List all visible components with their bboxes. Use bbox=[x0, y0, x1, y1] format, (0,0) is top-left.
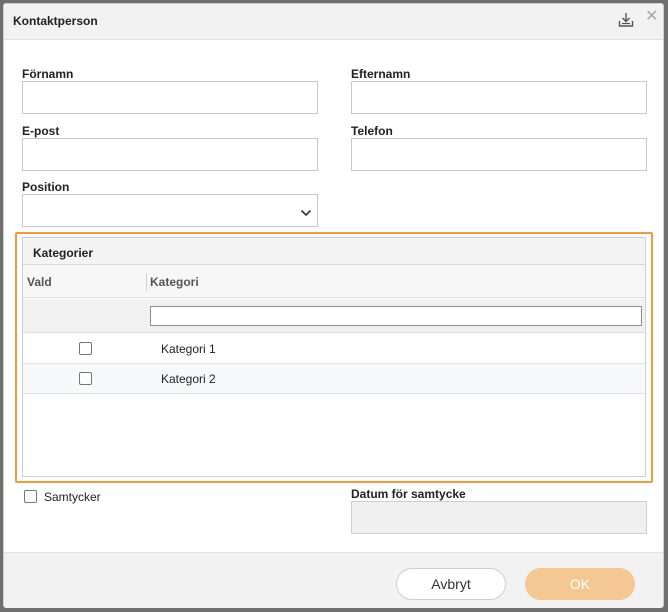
samtycker-checkbox[interactable] bbox=[24, 490, 37, 503]
dialog-title: Kontaktperson bbox=[13, 14, 98, 28]
dialog-footer: Avbryt OK bbox=[4, 552, 663, 608]
dialog-titlebar: Kontaktperson ✕ bbox=[4, 4, 663, 40]
categories-filter-row bbox=[23, 299, 645, 333]
position-label: Position bbox=[22, 180, 70, 194]
datum-samtycke-field bbox=[351, 501, 647, 534]
kategori-filter-input[interactable] bbox=[150, 306, 642, 326]
kategori-name: Kategori 1 bbox=[161, 342, 216, 356]
table-row: Kategori 2 bbox=[23, 364, 645, 394]
fornamn-input[interactable] bbox=[22, 81, 318, 114]
contact-person-dialog: Kontaktperson ✕ Förnamn Efternamn E-post… bbox=[3, 3, 664, 608]
export-icon[interactable] bbox=[617, 11, 635, 29]
column-divider[interactable] bbox=[146, 273, 147, 291]
categories-panel: Kategorier Vald Kategori Kategori 1 Kate… bbox=[22, 237, 646, 477]
categories-header: Kategorier bbox=[23, 238, 645, 265]
close-icon[interactable]: ✕ bbox=[645, 8, 658, 26]
kategori-name: Kategori 2 bbox=[161, 372, 216, 386]
categories-column-header: Vald Kategori bbox=[23, 265, 645, 298]
categories-title: Kategorier bbox=[33, 246, 94, 260]
chevron-down-icon bbox=[300, 206, 312, 217]
kategori-1-checkbox[interactable] bbox=[79, 342, 92, 355]
kategori-2-checkbox[interactable] bbox=[79, 372, 92, 385]
cancel-button[interactable]: Avbryt bbox=[396, 568, 506, 600]
position-select[interactable] bbox=[22, 194, 318, 227]
epost-input[interactable] bbox=[22, 138, 318, 171]
epost-label: E-post bbox=[22, 124, 60, 138]
efternamn-label: Efternamn bbox=[351, 67, 411, 81]
efternamn-input[interactable] bbox=[351, 81, 647, 114]
telefon-label: Telefon bbox=[351, 124, 393, 138]
column-header-kategori[interactable]: Kategori bbox=[150, 275, 199, 289]
telefon-input[interactable] bbox=[351, 138, 647, 171]
samtycker-label: Samtycker bbox=[44, 490, 101, 504]
datum-label: Datum för samtycke bbox=[351, 487, 466, 501]
column-header-vald[interactable]: Vald bbox=[27, 275, 52, 289]
ok-button[interactable]: OK bbox=[525, 568, 635, 600]
table-row: Kategori 1 bbox=[23, 334, 645, 364]
fornamn-label: Förnamn bbox=[22, 67, 74, 81]
